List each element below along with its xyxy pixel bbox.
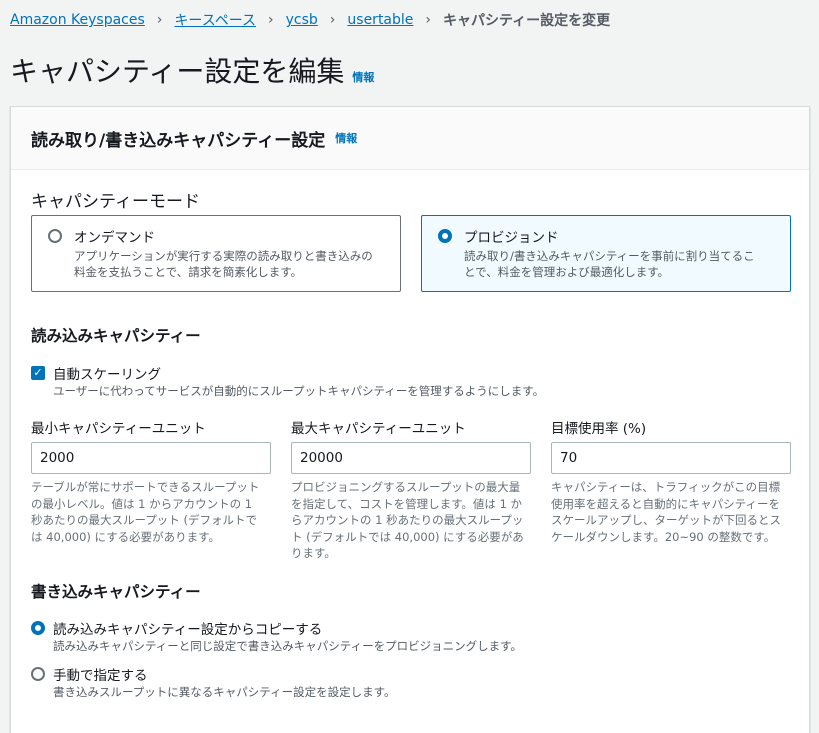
write-capacity-title: 書き込みキャパシティー [31,583,201,601]
target-utilization-desc-line: ケールダウンします。20~90 の整数です。 [551,529,776,544]
radio-copy-from-read[interactable] [31,621,45,635]
auto-scaling-checkbox[interactable]: ✓ [31,366,45,380]
radio-on-demand[interactable] [48,229,62,243]
breadcrumb: Amazon Keyspaces › キースペース › ycsb › usert… [10,10,610,30]
read-capacity-title: 読み込みキャパシティー [31,327,201,345]
auto-scaling-label: 自動スケーリング [53,367,161,383]
on-demand-title: オンデマンド [74,230,155,246]
breadcrumb-current: キャパシティー設定を変更 [443,13,611,29]
capacity-mode-label: キャパシティーモード [31,192,200,212]
capacity-settings-panel: 読み取り/書き込みキャパシティー設定 情報 キャパシティーモード オンデマンド … [10,106,810,733]
provisioned-title: プロビジョンド [464,230,559,246]
radio-provisioned[interactable] [438,229,452,243]
min-capacity-input[interactable] [31,442,271,474]
copy-from-read-desc: 読み込みキャパシティーと同じ設定で書き込みキャパシティーをプロビジョニングします… [53,639,522,653]
target-utilization-input[interactable] [551,442,791,474]
max-capacity-desc: プロビジョニングするスループットの最大量 を指定して、コストを管理します。値は … [291,479,531,562]
max-capacity-label: 最大キャパシティーユニット [291,421,466,437]
page-info-link[interactable]: 情報 [352,69,374,85]
provisioned-desc-line1: 読み取り/書き込みキャパシティーを事前に割り当てるこ [464,249,755,263]
chevron-right-icon: › [425,12,432,28]
page-title: キャパシティー設定を編集 [10,55,345,88]
page-header: キャパシティー設定を編集 情報 [10,50,374,90]
manual-desc: 書き込みスループットに異なるキャパシティー設定を設定します。 [53,685,396,699]
panel-header: 読み取り/書き込みキャパシティー設定 情報 [11,107,809,170]
min-capacity-desc: テーブルが常にサポートできるスループット の最小レベル。値は 1 からアカウント… [31,479,271,545]
min-capacity-desc-line: の最小レベル。値は 1 からアカウントの 1 [31,496,253,511]
breadcrumb-link-usertable[interactable]: usertable [347,12,413,28]
target-utilization-desc: キャパシティーは、トラフィックがこの目標 使用率を超えると自動的にキャパシティー… [551,479,791,545]
breadcrumb-link-ycsb[interactable]: ycsb [286,12,318,28]
max-capacity-desc-line: らアカウントの 1 秒あたりの最大スループッ [291,513,524,527]
on-demand-desc-line2: 料金を支払うことで、請求を簡素化します。 [74,265,303,279]
breadcrumb-link-keyspaces[interactable]: キースペース [174,10,256,30]
breadcrumb-link-keyspaces-service[interactable]: Amazon Keyspaces [10,12,145,28]
max-capacity-desc-line: を指定して、コストを管理します。値は 1 か [291,496,523,511]
target-utilization-desc-line: キャパシティーは、トラフィックがこの目標 [551,480,781,494]
max-capacity-desc-line: プロビジョニングするスループットの最大量 [291,480,521,494]
min-capacity-desc-line: は 40,000) にする必要があります。 [31,529,220,544]
chevron-right-icon: › [268,12,274,28]
auto-scaling-desc: ユーザーに代わってサービスが自動的にスループットキャパシティーを管理するようにし… [53,384,545,398]
provisioned-desc-line2: とで、料金を管理および最適化します。 [464,265,670,279]
chevron-right-icon: › [329,12,336,28]
min-capacity-desc-line: テーブルが常にサポートできるスループット [31,480,260,494]
target-utilization-label: 目標使用率 (%) [551,421,647,437]
target-utilization-desc-line: スケールアップし、ターゲットが下回るとス [551,513,781,527]
max-capacity-input[interactable] [291,442,531,474]
panel-title: 読み取り/書き込みキャパシティー設定 [31,130,326,151]
chevron-right-icon: › [156,12,163,28]
min-capacity-label: 最小キャパシティーユニット [31,421,206,437]
panel-info-link[interactable]: 情報 [335,130,357,146]
max-capacity-desc-line: ト (デフォルトでは 40,000) にする必要があ [291,529,524,544]
target-utilization-desc-line: 使用率を超えると自動的にキャパシティーを [551,496,780,511]
max-capacity-desc-line: ります。 [291,546,336,560]
on-demand-desc-line1: アプリケーションが実行する実際の読み取りと書き込みの [74,249,373,263]
capacity-mode-on-demand-tile[interactable]: オンデマンド アプリケーションが実行する実際の読み取りと書き込みの 料金を支払う… [31,215,401,292]
radio-manual[interactable] [31,667,45,681]
min-capacity-desc-line: 秒あたりの最大スループット (デフォルトで [31,513,257,527]
manual-label: 手動で指定する [53,668,148,684]
capacity-mode-provisioned-tile[interactable]: プロビジョンド 読み取り/書き込みキャパシティーを事前に割り当てるこ とで、料金… [421,215,791,292]
copy-from-read-label: 読み込みキャパシティー設定からコピーする [53,622,323,638]
